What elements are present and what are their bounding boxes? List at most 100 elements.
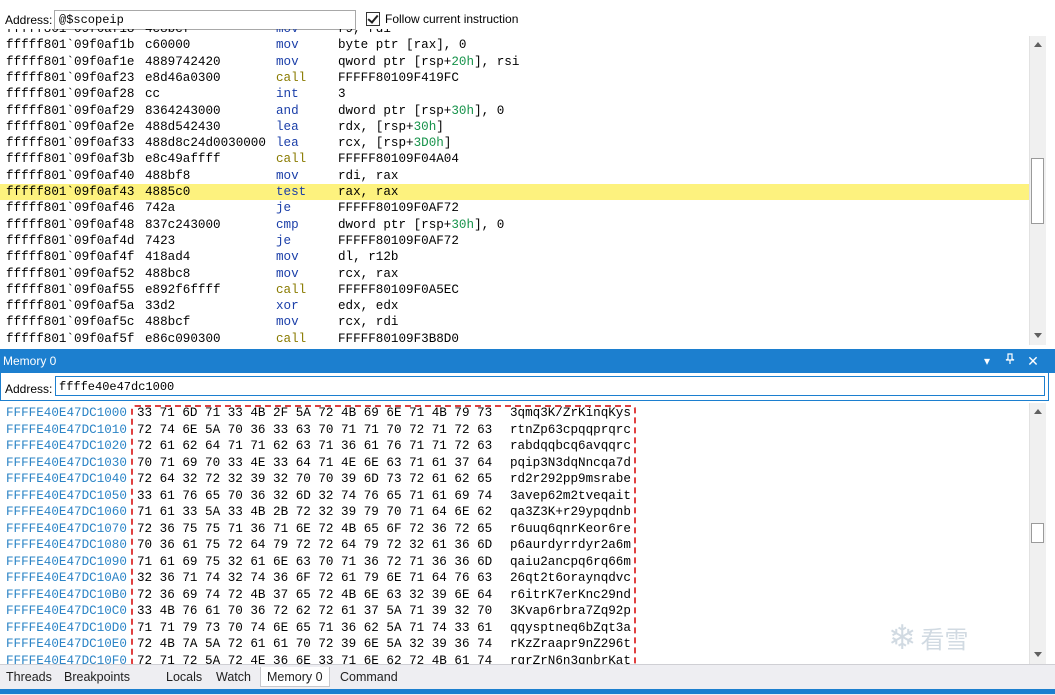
scroll-up-button[interactable] [1031,38,1045,52]
memory-bytes: 72 64 32 72 32 39 32 70 70 39 6D 73 72 6… [137,472,493,486]
operand-text: FFFFF80109F0AF72 [338,233,459,248]
memory-titlebar[interactable]: Memory 0 ▾ ✕ [0,349,1055,373]
disassembly-address-label: Address: [5,13,53,27]
disassembly-row[interactable]: fffff801`09f0af29 8364243000 and dword ptr … [0,103,1029,119]
tab-breakpoints[interactable]: Breakpoints [58,667,136,687]
memory-address: FFFFE40E47DC1030 [6,455,127,470]
instruction-operands: rdx, [rsp+30h] [338,119,444,135]
memory-ascii: rd2r292pp9msrabe [510,472,631,486]
operand-text: ] [436,119,444,134]
operand-constant: 30h [413,119,437,134]
watermark-text: 看雪 [920,626,969,654]
memory-ascii: r6uuq6qnrKeor6re [510,521,631,536]
status-strip [0,689,1055,694]
instruction-mnemonic: lea [276,119,299,134]
instruction-address: fffff801`09f0af5c [6,315,135,330]
tab-locals[interactable]: Locals [160,667,208,687]
disassembly-row[interactable]: fffff801`09f0af23 e8d46a0300 call FFFFF8010… [0,70,1029,86]
instruction-bytes: 33d2 [145,299,176,314]
disassembly-row[interactable]: fffff801`09f0af55 e892f6ffff call FFFFF8010… [0,282,1029,298]
disassembly-row[interactable]: fffff801`09f0af4f 418ad4 mov dl, r12b [0,249,1029,265]
instruction-operands: dl, r12b [338,249,398,265]
operand-text: rax, rax [338,185,399,199]
disassembly-row[interactable]: fffff801`09f0af18 4c8bcf mov r9, rdi [0,29,1029,37]
follow-instruction-toggle[interactable]: Follow current instruction [366,12,518,26]
operand-text: rcx, rdi [338,315,399,330]
instruction-mnemonic: mov [276,54,299,69]
disassembly-row[interactable]: fffff801`09f0af52 488bc8 mov rcx, rax [0,266,1029,282]
instruction-operands: FFFFF80109F0AF72 [338,233,459,249]
scroll-up-button[interactable] [1031,405,1045,419]
tab-watch[interactable]: Watch [210,667,257,687]
scroll-down-button[interactable] [1031,328,1045,342]
memory-bytes: 72 36 69 74 72 4B 37 65 72 4B 6E 63 32 3… [137,587,493,602]
instruction-mnemonic: je [276,233,292,248]
disassembly-row[interactable]: fffff801`09f0af28 cc int 3 [0,86,1029,102]
instruction-mnemonic: and [276,103,299,118]
operand-text: 3 [338,87,346,102]
instruction-address: fffff801`09f0af46 [6,201,135,216]
operand-text: FFFFF80109F0A5EC [338,282,459,297]
tab-memory-0[interactable]: Memory 0 [260,667,330,687]
instruction-bytes: 837c243000 [145,217,221,232]
disassembly-scrollbar[interactable] [1029,36,1046,345]
close-icon[interactable]: ✕ [1024,352,1042,370]
follow-instruction-label: Follow current instruction [385,12,519,26]
instruction-operands: FFFFF80109F04A04 [338,151,459,167]
instruction-address: fffff801`09f0af1b [6,38,135,53]
memory-list[interactable]: FFFFE40E47DC1000 33 71 6D 71 33 4B 2F 5A … [0,403,1030,665]
instruction-operands: qword ptr [rsp+20h], rsi [338,54,519,70]
scroll-thumb[interactable] [1031,523,1044,543]
instruction-operands: rcx, rax [338,266,398,282]
disassembly-row[interactable]: fffff801`09f0af46 742a je FFFFF80109F0AF72 [0,200,1029,216]
instruction-address: fffff801`09f0af52 [6,266,135,281]
disassembly-row[interactable]: fffff801`09f0af1e 4889742420 mov qword ptr … [0,54,1029,70]
disassembly-row[interactable]: fffff801`09f0af3b e8c49affff call FFFFF8010… [0,151,1029,167]
current-instruction-row[interactable]: fffff801`09f0af43 4885c0 test rax, rax [0,184,1029,201]
memory-address-input[interactable]: ffffe40e47dc1000 [55,376,1045,396]
disassembly-address-input[interactable]: @$scopeip [54,10,356,30]
operand-text: byte ptr [rax], 0 [338,38,467,53]
disassembly-row[interactable]: fffff801`09f0af5a 33d2 xor edx, edx [0,298,1029,314]
tab-threads[interactable]: Threads [0,667,58,687]
disassembly-row[interactable]: fffff801`09f0af33 488d8c24d0030000 lea rcx,… [0,135,1029,151]
scroll-thumb[interactable] [1031,158,1044,224]
scroll-down-button[interactable] [1031,647,1045,661]
disassembly-row[interactable]: fffff801`09f0af4d 7423 je FFFFF80109F0AF72 [0,233,1029,249]
memory-bytes: 71 61 33 5A 33 4B 2B 72 32 39 79 70 71 6… [137,505,493,519]
instruction-address: fffff801`09f0af33 [6,136,135,151]
instruction-address: fffff801`09f0af55 [6,282,135,297]
memory-ascii: qa3Z3K+r29ypqdnb [510,505,631,519]
disassembly-row[interactable]: fffff801`09f0af1b c60000 mov byte ptr [rax]… [0,37,1029,53]
instruction-operands: dword ptr [rsp+30h], 0 [338,103,504,119]
memory-address: FFFFE40E47DC10A0 [6,571,127,585]
instruction-operands: rdi, rax [338,168,398,184]
instruction-operands: rax, rax [338,184,398,200]
disassembly-row[interactable]: fffff801`09f0af5c 488bcf mov rcx, rdi [0,314,1029,330]
memory-address: FFFFE40E47DC1010 [6,422,127,437]
disassembly-row[interactable]: fffff801`09f0af5f e86c090300 call FFFFF8010… [0,331,1029,347]
memory-pane: Memory 0 ▾ ✕ Address: ffffe40e47dc1000 F… [0,349,1055,667]
memory-scrollbar[interactable] [1029,403,1046,665]
dropdown-arrow-icon[interactable]: ▾ [978,352,996,370]
operand-text: FFFFF80109F04A04 [338,152,459,167]
memory-bytes: 72 4B 7A 5A 72 61 61 70 72 39 6E 5A 32 3… [137,637,493,651]
instruction-mnemonic: mov [276,250,299,265]
disassembly-row[interactable]: fffff801`09f0af48 837c243000 cmp dword ptr … [0,217,1029,233]
disassembly-row[interactable]: fffff801`09f0af40 488bf8 mov rdi, rax [0,168,1029,184]
instruction-bytes: 488d8c24d0030000 [145,136,266,151]
disassembly-list[interactable]: fffff801`09f0af18 4c8bcf mov r9, rdi fffff80… [0,29,1029,349]
instruction-mnemonic: mov [276,38,299,53]
instruction-address: fffff801`09f0af48 [6,217,135,232]
arrow-down-icon [1034,333,1042,338]
operand-text: dword ptr [rsp+ [338,103,452,118]
tab-command[interactable]: Command [334,667,404,687]
snowflake-icon: ❄ [888,618,917,657]
disassembly-row[interactable]: fffff801`09f0af2e 488d542430 lea rdx, [rsp+… [0,119,1029,135]
instruction-mnemonic: mov [276,29,299,36]
instruction-address: fffff801`09f0af2e [6,119,135,134]
instruction-operands: FFFFF80109F0AF72 [338,200,459,216]
memory-ascii: r6itrK7erKnc29nd [510,587,631,602]
follow-instruction-checkbox[interactable] [366,12,380,26]
pin-icon[interactable] [1001,352,1019,370]
